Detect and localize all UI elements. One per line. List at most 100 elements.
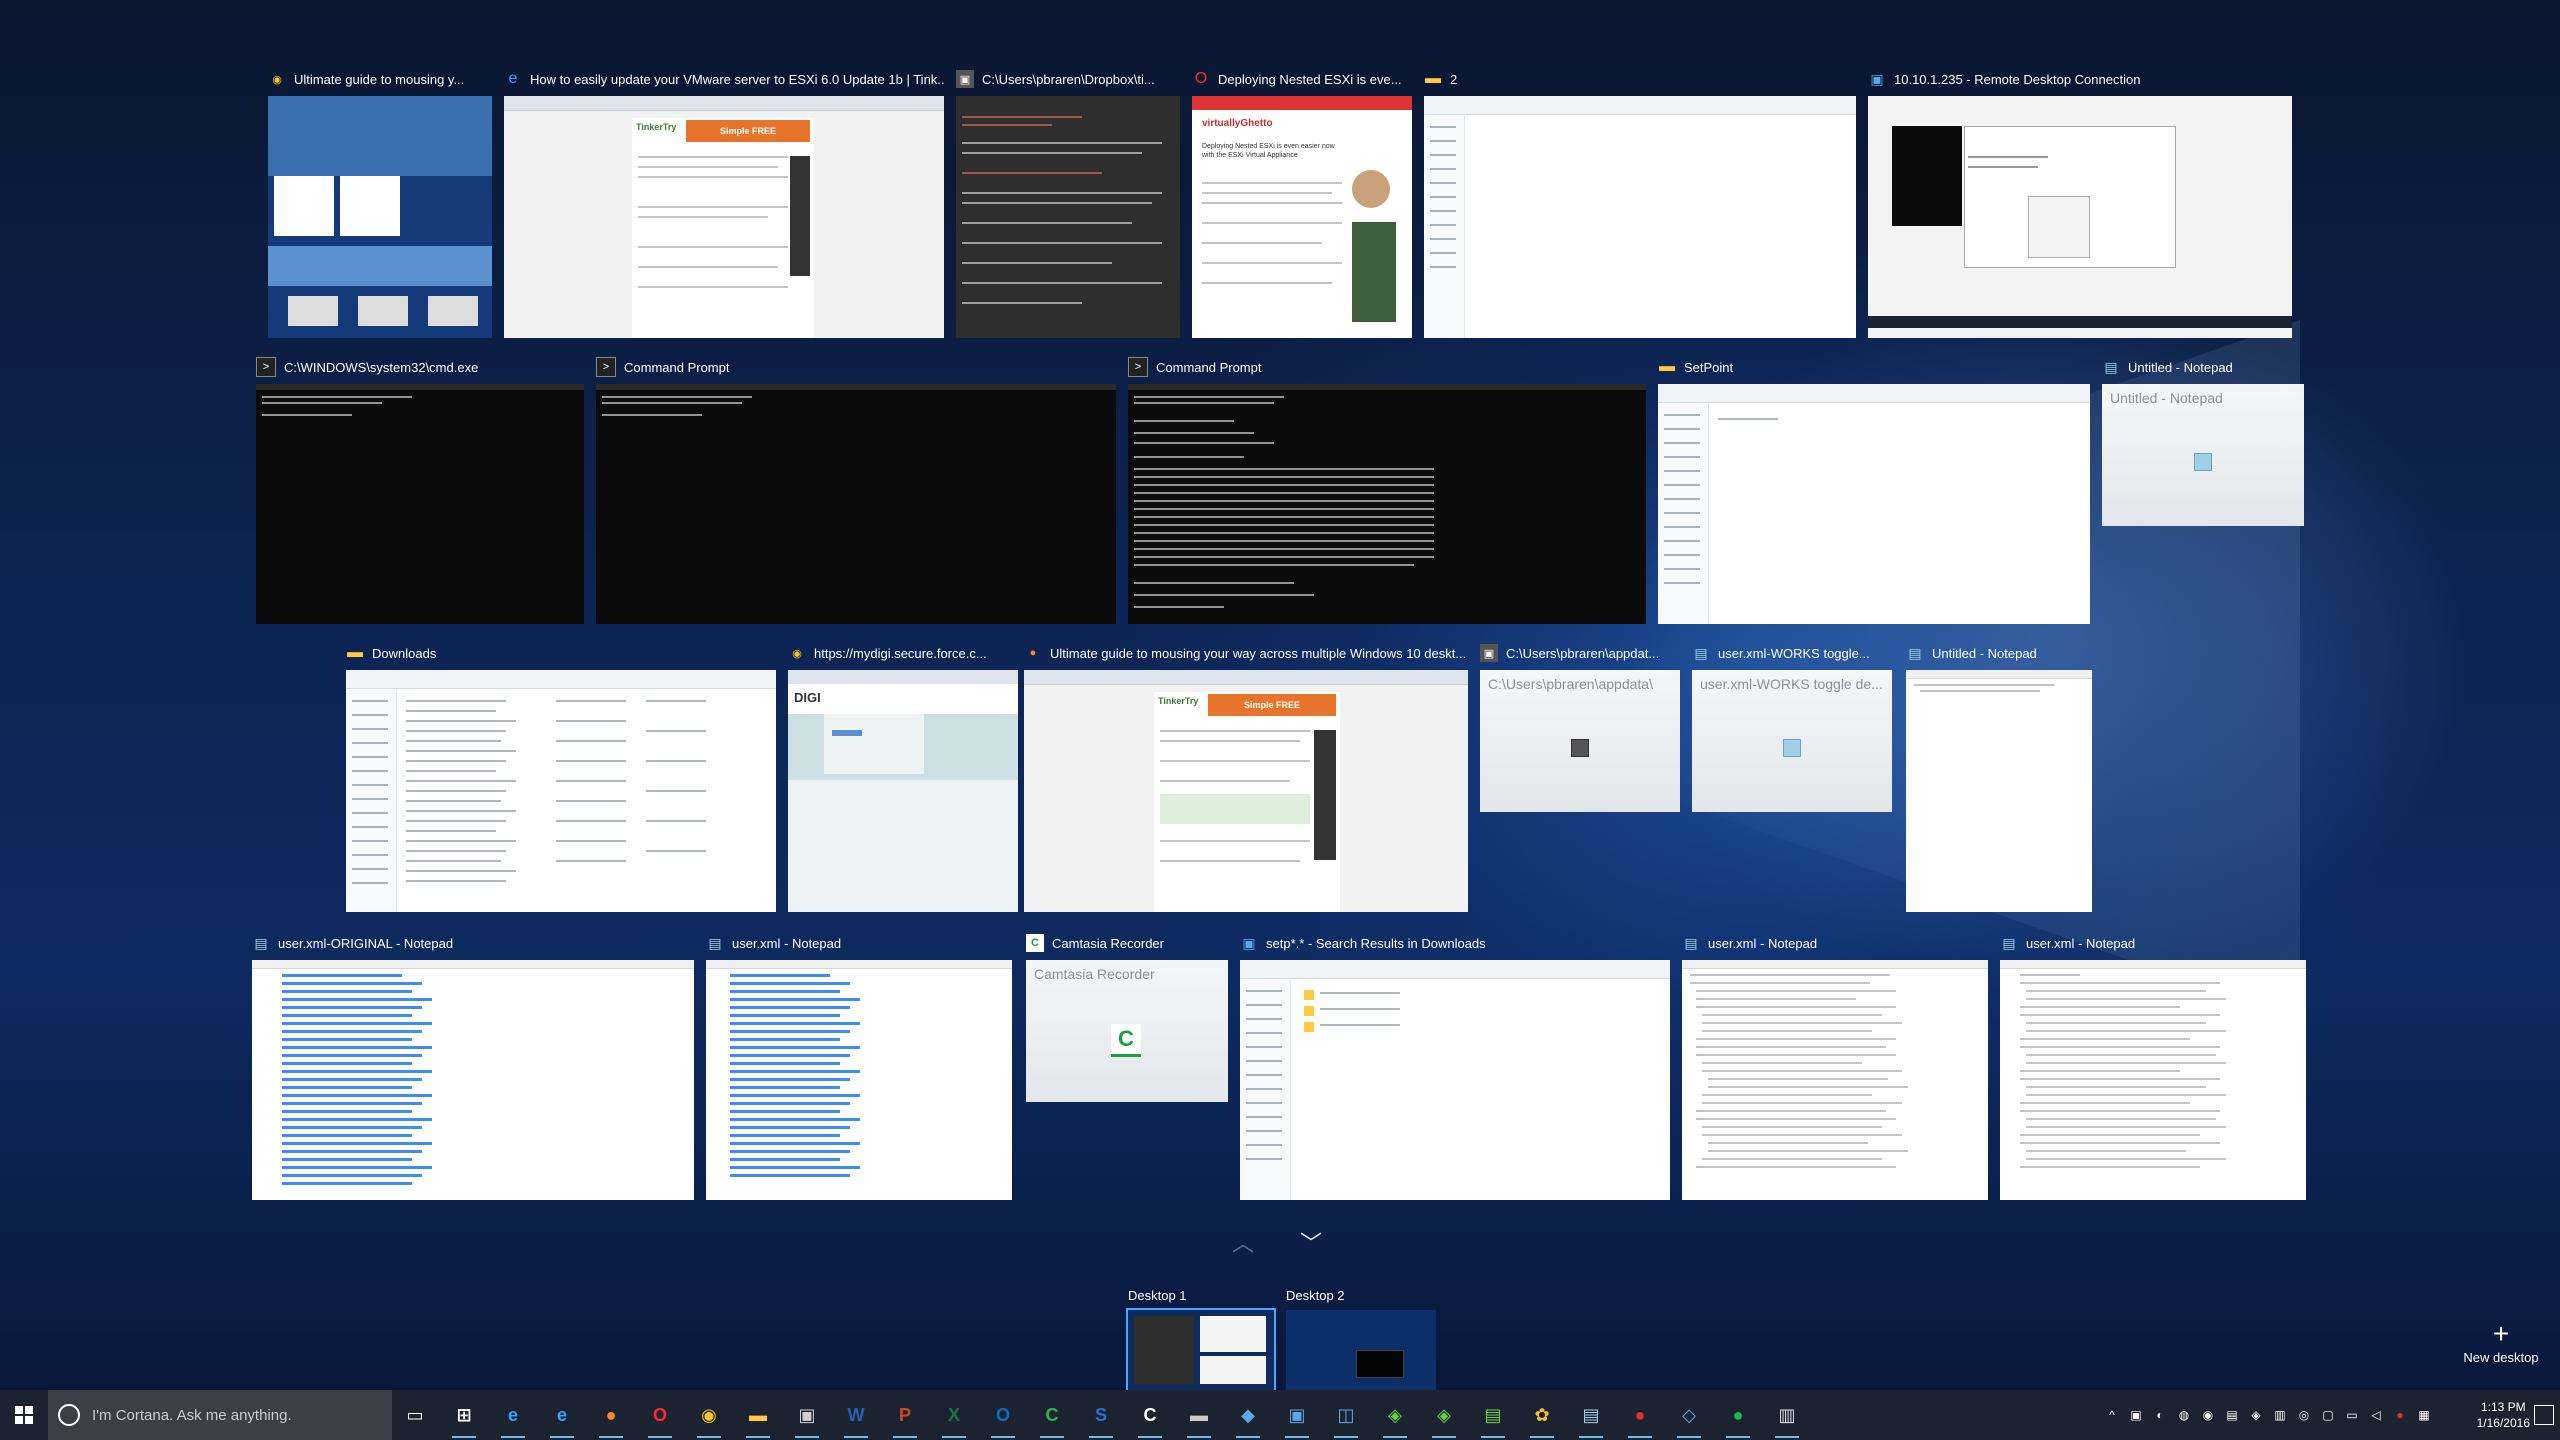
rdp-icon[interactable]: ▣: [1282, 1400, 1312, 1438]
window-thumbnail[interactable]: Simple FREE TinkerTry: [504, 96, 944, 338]
windows-logo-icon: [15, 1406, 33, 1424]
desktop-1-thumbnail[interactable]: [1126, 1308, 1276, 1394]
app-icon-2[interactable]: ◆: [1233, 1400, 1263, 1438]
tray-app-icon[interactable]: ◎: [2296, 1407, 2312, 1423]
window-user-xml-original[interactable]: ▤ user.xml-ORIGINAL - Notepad: [252, 930, 694, 1200]
app-icon-4[interactable]: ◈: [1380, 1400, 1410, 1438]
cmd-icon[interactable]: ▬: [1184, 1400, 1214, 1438]
window-thumbnail[interactable]: virtuallyGhetto Deploying Nested ESXi is…: [1192, 96, 1412, 338]
app-icon[interactable]: ▣: [792, 1400, 822, 1438]
window-thumbnail[interactable]: Untitled - Notepad: [2102, 384, 2304, 526]
tray-app-icon[interactable]: ▣: [2128, 1407, 2144, 1423]
app-icon-6[interactable]: ▤: [1478, 1400, 1508, 1438]
window-notepad-untitled-1[interactable]: ▤ Untitled - Notepad Untitled - Notepad: [2102, 354, 2304, 526]
app-icon-3[interactable]: ◫: [1331, 1400, 1361, 1438]
excel-icon[interactable]: X: [939, 1400, 969, 1438]
window-thumbnail[interactable]: [268, 96, 492, 338]
window-firefox-mousing[interactable]: ● Ultimate guide to mousing your way acro…: [1024, 640, 1468, 912]
window-notepad-untitled-2[interactable]: ▤ Untitled - Notepad: [1906, 640, 2092, 912]
outlook-icon[interactable]: O: [988, 1400, 1018, 1438]
window-user-xml-3[interactable]: ▤ user.xml - Notepad: [2000, 930, 2306, 1200]
tray-app-icon[interactable]: ◍: [2176, 1407, 2192, 1423]
window-thumbnail[interactable]: [706, 960, 1012, 1200]
opera-icon[interactable]: O: [645, 1400, 675, 1438]
window-thumbnail[interactable]: [596, 384, 1116, 624]
window-setpoint[interactable]: ▬ SetPoint: [1658, 354, 2090, 624]
new-desktop-button[interactable]: + New desktop: [2456, 1320, 2546, 1366]
window-thumbnail[interactable]: Simple FREE TinkerTry: [1024, 670, 1468, 912]
window-user-xml-1[interactable]: ▤ user.xml - Notepad: [706, 930, 1012, 1200]
window-thumbnail[interactable]: [252, 960, 694, 1200]
ie-icon[interactable]: e: [498, 1400, 528, 1438]
window-thumbnail[interactable]: [256, 384, 584, 624]
window-cmd-system32[interactable]: > C:\WINDOWS\system32\cmd.exe: [256, 354, 584, 624]
snagit-icon[interactable]: S: [1086, 1400, 1116, 1438]
window-appdata[interactable]: ▣ C:\Users\pbraren\appdat... C:\Users\pbr…: [1480, 640, 1680, 812]
window-mydigi[interactable]: ◉ https://mydigi.secure.force.c... DIGI: [788, 640, 1018, 912]
window-thumbnail[interactable]: [2000, 960, 2306, 1200]
window-thumbnail[interactable]: [1868, 96, 2292, 338]
window-command-prompt-1[interactable]: > Command Prompt: [596, 354, 1116, 624]
file-explorer-icon[interactable]: ▬: [743, 1400, 773, 1438]
tray-app-icon[interactable]: ●: [2392, 1407, 2408, 1423]
tray-app-icon[interactable]: ▥: [2272, 1407, 2288, 1423]
tray-app-icon[interactable]: ▤: [2224, 1407, 2240, 1423]
tray-app-icon[interactable]: ◐: [2152, 1407, 2168, 1423]
window-downloads[interactable]: ▬ Downloads: [346, 640, 776, 912]
start-button[interactable]: [0, 1390, 48, 1440]
window-opera-nested-esxi[interactable]: O Deploying Nested ESXi is eve... virtual…: [1192, 66, 1412, 338]
window-thumbnail[interactable]: [1240, 960, 1670, 1200]
window-user-xml-works[interactable]: ▤ user.xml-WORKS toggle... user.xml-WORKS…: [1692, 640, 1892, 812]
clock[interactable]: 1:13 PM 1/16/2016: [2477, 1399, 2530, 1431]
window-edge-vmware[interactable]: e How to easily update your VMware server…: [504, 66, 944, 338]
powerpoint-icon[interactable]: P: [890, 1400, 920, 1438]
window-thumbnail[interactable]: [1682, 960, 1988, 1200]
store-icon[interactable]: ⊞: [449, 1400, 479, 1438]
firefox-icon[interactable]: ●: [596, 1400, 626, 1438]
show-hidden-icons-chevron-icon[interactable]: ^: [2104, 1407, 2120, 1423]
keyboard-icon[interactable]: ▦: [2416, 1407, 2432, 1423]
tray-app-icon[interactable]: ▢: [2320, 1407, 2336, 1423]
window-thumbnail[interactable]: [1128, 384, 1646, 624]
window-thumbnail[interactable]: DIGI: [788, 670, 1018, 912]
notepad-icon[interactable]: ▤: [1576, 1400, 1606, 1438]
scroll-down-chevron-icon[interactable]: ﹀: [1300, 1226, 1322, 1258]
window-user-xml-2[interactable]: ▤ user.xml - Notepad: [1682, 930, 1988, 1200]
window-thumbnail[interactable]: Camtasia Recorder C: [1026, 960, 1228, 1102]
window-thumbnail[interactable]: [1658, 384, 2090, 624]
spotify-icon[interactable]: ●: [1723, 1400, 1753, 1438]
desktop-2-thumbnail[interactable]: [1286, 1310, 1436, 1394]
tray-app-icon[interactable]: ◈: [2248, 1407, 2264, 1423]
edge-icon[interactable]: e: [547, 1400, 577, 1438]
app-icon-8[interactable]: ▥: [1772, 1400, 1802, 1438]
word-icon[interactable]: W: [841, 1400, 871, 1438]
chrome-icon[interactable]: ◉: [694, 1400, 724, 1438]
task-view-icon[interactable]: ▭: [400, 1400, 430, 1430]
camtasia-studio-icon[interactable]: C: [1037, 1400, 1067, 1438]
window-chrome-mousing[interactable]: ◉ Ultimate guide to mousing y...: [268, 66, 492, 338]
window-dropbox-editor[interactable]: ▣ C:\Users\pbraren\Dropbox\ti...: [956, 66, 1180, 338]
volume-icon[interactable]: ◁: [2368, 1407, 2384, 1423]
app-icon-7[interactable]: ●: [1625, 1400, 1655, 1438]
window-camtasia-recorder[interactable]: C Camtasia Recorder Camtasia Recorder C: [1026, 930, 1228, 1102]
folder-icon: ▬: [1659, 358, 1675, 375]
action-center-icon[interactable]: [2534, 1405, 2554, 1425]
window-thumbnail[interactable]: [1906, 670, 2092, 912]
window-folder-2[interactable]: ▬ 2: [1424, 66, 1856, 338]
window-thumbnail[interactable]: [346, 670, 776, 912]
window-setp-search-results[interactable]: ▣ setp*.* - Search Results in Downloads: [1240, 930, 1670, 1200]
network-app-icon[interactable]: ◇: [1674, 1400, 1704, 1438]
camtasia-recorder-icon[interactable]: C: [1135, 1400, 1165, 1438]
network-icon[interactable]: ▭: [2344, 1407, 2360, 1423]
scroll-up-chevron-icon[interactable]: ︿: [1232, 1226, 1254, 1258]
cortana-search-box[interactable]: I'm Cortana. Ask me anything.: [48, 1390, 392, 1440]
app-icon-5[interactable]: ◈: [1429, 1400, 1459, 1438]
window-thumbnail[interactable]: [956, 96, 1180, 338]
paint-icon[interactable]: ✿: [1527, 1400, 1557, 1438]
window-remote-desktop[interactable]: ▣ 10.10.1.235 - Remote Desktop Connection: [1868, 66, 2292, 338]
window-command-prompt-2[interactable]: > Command Prompt: [1128, 354, 1646, 624]
window-thumbnail[interactable]: C:\Users\pbraren\appdata\: [1480, 670, 1680, 812]
window-thumbnail[interactable]: user.xml-WORKS toggle de...: [1692, 670, 1892, 812]
window-thumbnail[interactable]: [1424, 96, 1856, 338]
tray-app-icon[interactable]: ◉: [2200, 1407, 2216, 1423]
